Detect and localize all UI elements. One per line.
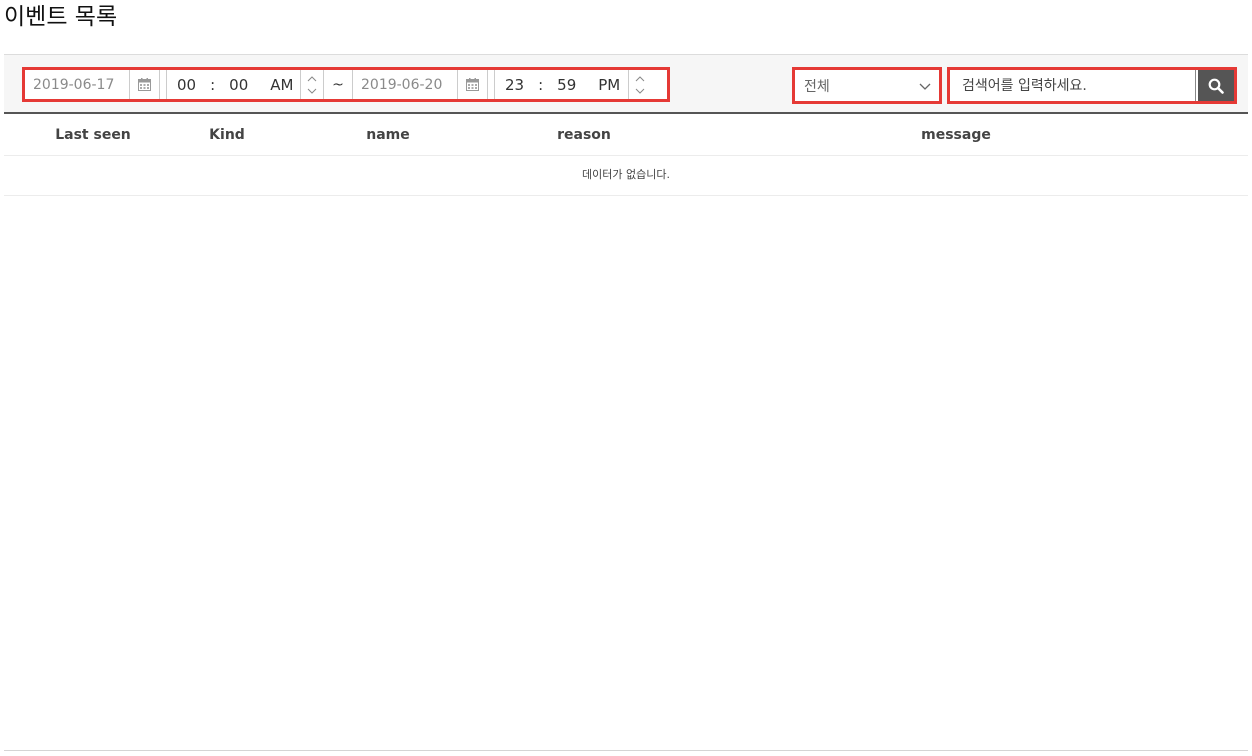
search-input[interactable] [950, 70, 1196, 101]
end-hour[interactable]: 23 [505, 76, 524, 94]
start-time-field[interactable]: 00 : 00 AM [167, 70, 301, 99]
chevron-down-icon[interactable] [305, 85, 319, 97]
time-colon: : [210, 75, 216, 94]
chevron-up-icon[interactable] [633, 73, 647, 85]
kind-select[interactable]: 전체 [792, 67, 942, 104]
end-minute[interactable]: 59 [557, 76, 576, 94]
column-header-last-seen[interactable]: Last seen [55, 116, 131, 155]
column-header-kind[interactable]: Kind [209, 116, 245, 155]
divider [4, 750, 1248, 751]
start-time-spinner[interactable] [301, 70, 324, 99]
search-button[interactable] [1198, 70, 1234, 101]
start-minute[interactable]: 00 [229, 76, 248, 94]
chevron-down-icon[interactable] [633, 85, 647, 97]
start-date-field[interactable]: 2019-06-17 [25, 70, 160, 99]
chevron-down-icon [919, 78, 931, 94]
filter-toolbar: 2019-06-17 00 : 00 AM ~ 2019-06-20 23: … [4, 54, 1248, 114]
calendar-icon[interactable] [457, 70, 487, 99]
end-date-value: 2019-06-20 [361, 76, 443, 93]
column-header-message[interactable]: message [921, 116, 991, 155]
end-time-spinner[interactable] [629, 70, 651, 99]
start-date-value: 2019-06-17 [33, 76, 115, 93]
column-header-reason[interactable]: reason [557, 116, 611, 155]
search-icon [1208, 78, 1224, 94]
start-ampm[interactable]: AM [270, 76, 293, 94]
page-title: 이벤트 목록 [4, 4, 118, 30]
time-colon: : [538, 75, 544, 94]
start-hour[interactable]: 00 [177, 76, 196, 94]
date-time-range: 2019-06-17 00 : 00 AM ~ 2019-06-20 23: … [22, 67, 670, 102]
search-box [947, 67, 1237, 104]
chevron-up-icon[interactable] [305, 73, 319, 85]
empty-table-message: 데이터가 없습니다. [4, 156, 1248, 196]
calendar-icon[interactable] [129, 70, 159, 99]
end-date-field[interactable]: 2019-06-20 [353, 70, 488, 99]
kind-select-value: 전체 [804, 78, 830, 95]
end-ampm[interactable]: PM [598, 76, 620, 94]
end-time-field[interactable]: 23 : 59 PM [495, 70, 629, 99]
range-separator: ~ [324, 70, 353, 99]
table-header: Last seen Kind name reason message [4, 116, 1248, 156]
column-header-name[interactable]: name [366, 116, 410, 155]
divider [488, 70, 495, 99]
divider [160, 70, 167, 99]
